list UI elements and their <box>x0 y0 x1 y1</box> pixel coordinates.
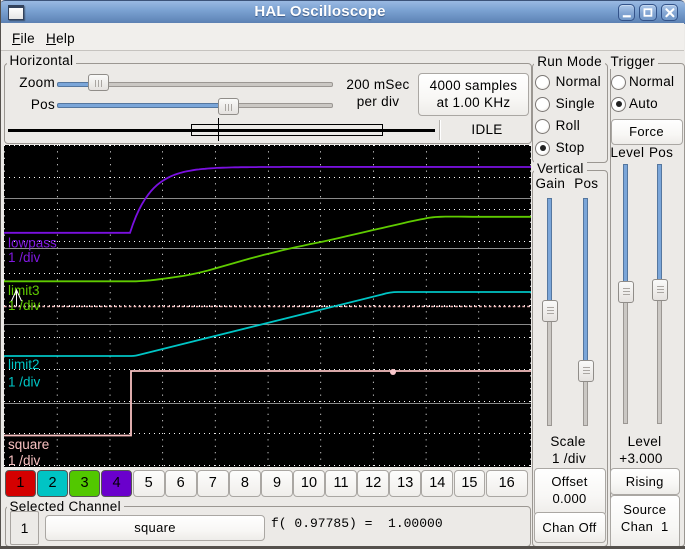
svg-text:square: square <box>8 437 49 452</box>
svg-text:limit3: limit3 <box>8 283 40 298</box>
svg-text:1 /div: 1 /div <box>8 250 41 265</box>
svg-text:lowpass: lowpass <box>8 236 57 251</box>
svg-text:limit2: limit2 <box>8 357 40 372</box>
svg-text:1 /div: 1 /div <box>8 298 41 313</box>
svg-text:1 /div: 1 /div <box>8 374 41 389</box>
svg-text:1 /div: 1 /div <box>8 453 41 467</box>
